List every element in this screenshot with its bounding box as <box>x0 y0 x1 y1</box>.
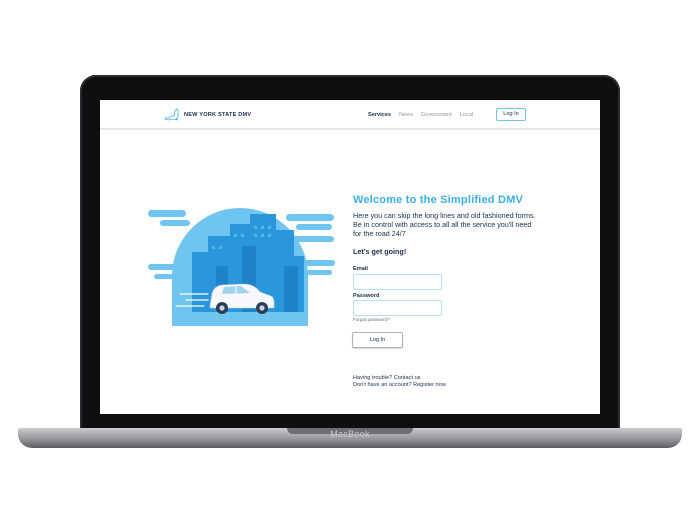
login-button[interactable]: Log In <box>352 332 403 348</box>
nav-links: Services News Government Local <box>368 112 473 118</box>
laptop-brand-label: MacBook <box>330 429 370 439</box>
laptop-screen: NEW YORK STATE DMV Services News Governm… <box>100 100 600 414</box>
nav-login-button[interactable]: Log In <box>496 108 526 121</box>
contact-link[interactable]: Having trouble? Contact us <box>353 375 420 381</box>
password-field[interactable] <box>353 300 442 316</box>
logo-text: NEW YORK STATE DMV <box>184 111 252 118</box>
cta-heading: Let's get going! <box>353 247 407 256</box>
nav-link-services[interactable]: Services <box>368 112 391 118</box>
nav-link-local[interactable]: Local <box>460 112 473 118</box>
city-car-illustration <box>148 208 335 326</box>
email-field[interactable] <box>353 274 442 290</box>
top-nav: NEW YORK STATE DMV Services News Governm… <box>100 100 600 130</box>
forgot-password-link[interactable]: Forgot password? <box>353 317 390 322</box>
password-label: Password <box>353 293 380 299</box>
welcome-title: Welcome to the Simplified DMV <box>353 194 524 206</box>
nav-link-government[interactable]: Government <box>421 112 452 118</box>
email-label: Email <box>353 266 368 272</box>
nav-link-news[interactable]: News <box>399 112 413 118</box>
ny-state-outline-icon <box>164 108 179 121</box>
welcome-description: Here you can skip the long lines and old… <box>353 211 536 238</box>
register-link[interactable]: Don't have an account? Register now <box>353 382 446 388</box>
site-logo[interactable]: NEW YORK STATE DMV <box>164 108 251 121</box>
